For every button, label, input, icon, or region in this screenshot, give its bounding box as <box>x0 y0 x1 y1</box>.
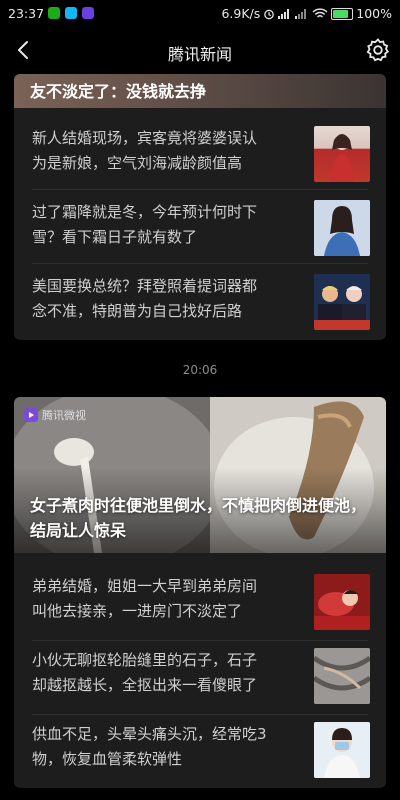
headline-line: 为是新娘，空气刘海减龄颜值高 <box>32 154 243 172</box>
news-item[interactable]: 新人结婚现场，宾客竟将婆婆误认 为是新娘，空气刘海减龄颜值高 <box>14 122 386 192</box>
news-item[interactable]: 供血不足，头晕头痛头沉，经常吃3 物，恢复血管柔软弹性 <box>14 718 386 788</box>
video-app-icon <box>82 7 94 19</box>
news-card-1: 友不淡定了：没钱就去挣 新人结婚现场，宾客竟将婆婆误认 为是新娘，空气刘海减龄颜值… <box>14 74 386 340</box>
headline-line: 小伙无聊抠轮胎缝里的石子，石子 <box>32 651 258 669</box>
headline-line: 却越抠越长，全抠出来一看傻眼了 <box>32 676 258 694</box>
source-badge: 腾讯微视 <box>24 407 86 423</box>
headline-line: 供血不足，头晕头痛头沉，经常吃3 <box>32 725 267 743</box>
banner-headline: 友不淡定了：没钱就去挣 <box>30 82 207 101</box>
video-hero-item[interactable]: 腾讯微视 女子煮肉时往便池里倒水，不慎把肉倒进便池， 结局让人惊呆 <box>14 397 386 553</box>
weishi-logo-icon <box>24 408 38 422</box>
wifi-icon <box>312 7 328 18</box>
hero-headline: 女子煮肉时往便池里倒水，不慎把肉倒进便池， 结局让人惊呆 <box>30 496 367 540</box>
clock: 23:37 <box>8 6 45 21</box>
top-nav-bar: 腾讯新闻 <box>0 28 400 74</box>
news-item[interactable]: 弟弟结婚，姐姐一大早到弟弟房间 叫他去接亲，一进房门不淡定了 <box>14 570 386 640</box>
headline-line: 弟弟结婚，姐姐一大早到弟弟房间 <box>32 577 258 595</box>
signal-icon <box>278 9 290 19</box>
news-item[interactable]: 小伙无聊抠轮胎缝里的石子，石子 却越抠越长，全抠出来一看傻眼了 <box>14 644 386 714</box>
news-item[interactable]: 过了霜降就是冬，今年预计何时下 雪？看下霜日子就有数了 <box>14 196 386 266</box>
news-thumbnail <box>314 574 370 630</box>
settings-gear-icon[interactable] <box>364 36 392 64</box>
news-thumbnail <box>314 126 370 182</box>
battery-percent: 100% <box>356 6 392 21</box>
news-thumbnail <box>314 274 370 330</box>
news-thumbnail <box>314 722 370 778</box>
source-name: 腾讯微视 <box>42 409 86 422</box>
banner-news-item[interactable]: 友不淡定了：没钱就去挣 <box>14 74 386 108</box>
battery-icon <box>331 7 354 20</box>
headline-line: 物，恢复血管柔软弹性 <box>32 750 183 768</box>
headline-line: 过了霜降就是冬，今年预计何时下 <box>32 203 258 221</box>
headline-line: 叫他去接亲，一进房门不淡定了 <box>32 602 243 620</box>
headline-line: 新人结婚现场，宾客竟将婆婆误认 <box>32 129 258 147</box>
timestamp-divider: 20:06 <box>182 363 218 377</box>
headline-line: 美国要换总统？拜登照着提词器都 <box>32 277 258 295</box>
wechat-icon <box>48 7 60 19</box>
headline-line: 雪？看下霜日子就有数了 <box>32 228 198 246</box>
signal2-icon <box>295 9 307 19</box>
news-item[interactable]: 美国要换总统？拜登照着提词器都 念不准，特朗普为自己找好后路 <box>14 270 386 340</box>
news-thumbnail <box>314 200 370 256</box>
news-card-2: 腾讯微视 女子煮肉时往便池里倒水，不慎把肉倒进便池， 结局让人惊呆 弟弟结婚，姐… <box>14 397 386 788</box>
alarm-icon <box>264 9 275 19</box>
news-thumbnail <box>314 648 370 704</box>
network-speed: 6.9K/s <box>221 6 261 21</box>
headline-line: 念不准，特朗普为自己找好后路 <box>32 302 243 320</box>
app-notification-icon <box>65 7 77 19</box>
page-title: 腾讯新闻 <box>167 45 232 64</box>
status-bar: 23:37 6.9K/s 100% <box>0 0 400 28</box>
